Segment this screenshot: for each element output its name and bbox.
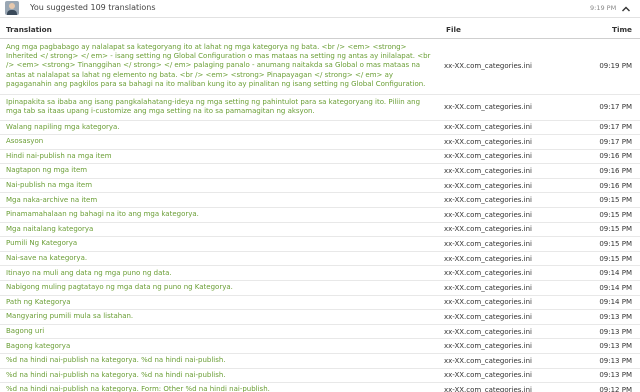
file-name: xx-XX.com_categories.ini <box>440 382 580 392</box>
file-name: xx-XX.com_categories.ini <box>440 222 580 238</box>
row-time: 09:15 PM <box>580 251 640 267</box>
row-time: 09:14 PM <box>580 280 640 296</box>
row-time: 09:19 PM <box>580 38 640 95</box>
file-name: xx-XX.com_categories.ini <box>440 192 580 209</box>
file-name: xx-XX.com_categories.ini <box>440 368 580 384</box>
table-row[interactable]: Hindi nai-publish na mga item xx-XX.com_c… <box>0 149 640 165</box>
file-name: xx-XX.com_categories.ini <box>440 236 580 252</box>
row-time: 09:17 PM <box>580 120 640 136</box>
row-time: 09:13 PM <box>580 368 640 384</box>
table-row[interactable]: %d na hindi nai-publish na kategorya. %d… <box>0 353 640 369</box>
row-time: 09:16 PM <box>580 178 640 194</box>
file-name: xx-XX.com_categories.ini <box>440 134 580 150</box>
table-row[interactable]: Nai-save na kategorya. xx-XX.com_categori… <box>0 251 640 267</box>
row-time: 09:13 PM <box>580 324 640 340</box>
avatar-head <box>9 3 15 9</box>
user-avatar[interactable] <box>5 1 19 15</box>
chevron-up-icon[interactable] <box>620 3 632 15</box>
table-row[interactable]: Asosasyon xx-XX.com_categories.ini 09:17 P… <box>0 134 640 150</box>
row-time: 09:13 PM <box>580 338 640 354</box>
translation-text[interactable]: Hindi nai-publish na mga item <box>0 149 440 165</box>
translation-text[interactable]: %d na hindi nai-publish na kategorya. %d… <box>0 368 440 384</box>
table-row[interactable]: Nagtapon ng mga item xx-XX.com_categories… <box>0 163 640 179</box>
file-name: xx-XX.com_categories.ini <box>440 207 580 223</box>
table-row[interactable]: Mangyaring pumili mula sa listahan. xx-XX… <box>0 309 640 325</box>
row-time: 09:14 PM <box>580 295 640 311</box>
avatar-body <box>7 10 17 15</box>
table-row[interactable]: Mga naitalang kategorya xx-XX.com_categor… <box>0 222 640 238</box>
row-time: 09:13 PM <box>580 353 640 369</box>
file-name: xx-XX.com_categories.ini <box>440 94 580 121</box>
row-time: 09:15 PM <box>580 236 640 252</box>
activity-title: You suggested 109 translations <box>30 3 156 12</box>
row-time: 09:15 PM <box>580 192 640 209</box>
file-name: xx-XX.com_categories.ini <box>440 120 580 136</box>
translation-text[interactable]: Pumili Ng Kategorya <box>0 236 440 252</box>
column-header-file[interactable]: File <box>440 22 580 39</box>
file-name: xx-XX.com_categories.ini <box>440 309 580 325</box>
table-row[interactable]: Ang mga pagbabago ay nalalapat sa katego… <box>0 38 640 95</box>
translation-text[interactable]: Itinayo na muli ang data ng mga puno ng … <box>0 265 440 282</box>
file-name: xx-XX.com_categories.ini <box>440 178 580 194</box>
translations-table: Translation File Time Ang mga pagbabago … <box>0 22 640 392</box>
translation-text[interactable]: Pinamamahalaan ng bahagi na ito ang mga … <box>0 207 440 223</box>
file-name: xx-XX.com_categories.ini <box>440 280 580 296</box>
row-time: 09:14 PM <box>580 265 640 282</box>
translation-text[interactable]: Asosasyon <box>0 134 440 150</box>
table-row[interactable]: Nai-publish na mga item xx-XX.com_categor… <box>0 178 640 194</box>
file-name: xx-XX.com_categories.ini <box>440 38 580 95</box>
table-row[interactable]: Pinamamahalaan ng bahagi na ito ang mga … <box>0 207 640 223</box>
translation-text[interactable]: Ipinapakita sa ibaba ang isang pangkalah… <box>0 94 440 121</box>
translation-text[interactable]: Ang mga pagbabago ay nalalapat sa katego… <box>0 38 440 95</box>
row-time: 09:16 PM <box>580 163 640 179</box>
translation-text[interactable]: Path ng Kategorya <box>0 295 440 311</box>
table-row[interactable]: %d na hindi nai-publish na kategorya. %d… <box>0 368 640 384</box>
file-name: xx-XX.com_categories.ini <box>440 338 580 354</box>
row-time: 09:15 PM <box>580 222 640 238</box>
activity-header: You suggested 109 translations 9:19 PM <box>0 0 640 18</box>
table-row[interactable]: Walang napiling mga kategorya. xx-XX.com_… <box>0 120 640 136</box>
translation-text[interactable]: Nai-publish na mga item <box>0 178 440 194</box>
row-time: 09:15 PM <box>580 207 640 223</box>
table-row[interactable]: Ipinapakita sa ibaba ang isang pangkalah… <box>0 94 640 121</box>
translation-text[interactable]: %d na hindi nai-publish na kategorya. %d… <box>0 353 440 369</box>
translation-text[interactable]: Mangyaring pumili mula sa listahan. <box>0 309 440 325</box>
column-header-translation[interactable]: Translation <box>0 22 440 39</box>
translation-text[interactable]: Nagtapon ng mga item <box>0 163 440 179</box>
file-name: xx-XX.com_categories.ini <box>440 295 580 311</box>
file-name: xx-XX.com_categories.ini <box>440 149 580 165</box>
file-name: xx-XX.com_categories.ini <box>440 251 580 267</box>
table-row[interactable]: %d na hindi nai-publish na kategorya. Fo… <box>0 382 640 392</box>
translation-text[interactable]: Bagong uri <box>0 324 440 340</box>
translation-text[interactable]: Walang napiling mga kategorya. <box>0 120 440 136</box>
translation-text[interactable]: %d na hindi nai-publish na kategorya. Fo… <box>0 382 440 392</box>
column-header-time[interactable]: Time <box>580 22 640 39</box>
table-row[interactable]: Mga naka-archive na item xx-XX.com_catego… <box>0 192 640 209</box>
row-time: 09:17 PM <box>580 94 640 121</box>
table-row[interactable]: Itinayo na muli ang data ng mga puno ng … <box>0 265 640 282</box>
table-header-row: Translation File Time <box>0 22 640 39</box>
table-row[interactable]: Path ng Kategorya xx-XX.com_categories.in… <box>0 295 640 311</box>
translation-text[interactable]: Bagong kategorya <box>0 338 440 354</box>
table-row[interactable]: Pumili Ng Kategorya xx-XX.com_categories.… <box>0 236 640 252</box>
file-name: xx-XX.com_categories.ini <box>440 265 580 282</box>
table-row[interactable]: Bagong kategorya xx-XX.com_categories.ini… <box>0 338 640 354</box>
row-time: 09:16 PM <box>580 149 640 165</box>
file-name: xx-XX.com_categories.ini <box>440 353 580 369</box>
translation-text[interactable]: Mga naitalang kategorya <box>0 222 440 238</box>
translation-text[interactable]: Mga naka-archive na item <box>0 192 440 209</box>
file-name: xx-XX.com_categories.ini <box>440 324 580 340</box>
row-time: 09:12 PM <box>580 382 640 392</box>
file-name: xx-XX.com_categories.ini <box>440 163 580 179</box>
translation-text[interactable]: Nai-save na kategorya. <box>0 251 440 267</box>
table-row[interactable]: Bagong uri xx-XX.com_categories.ini 09:13 … <box>0 324 640 340</box>
activity-time: 9:19 PM <box>590 4 617 12</box>
row-time: 09:13 PM <box>580 309 640 325</box>
translation-text[interactable]: Nabigong muling pagtatayo ng mga data ng… <box>0 280 440 296</box>
table-row[interactable]: Nabigong muling pagtatayo ng mga data ng… <box>0 280 640 296</box>
row-time: 09:17 PM <box>580 134 640 150</box>
